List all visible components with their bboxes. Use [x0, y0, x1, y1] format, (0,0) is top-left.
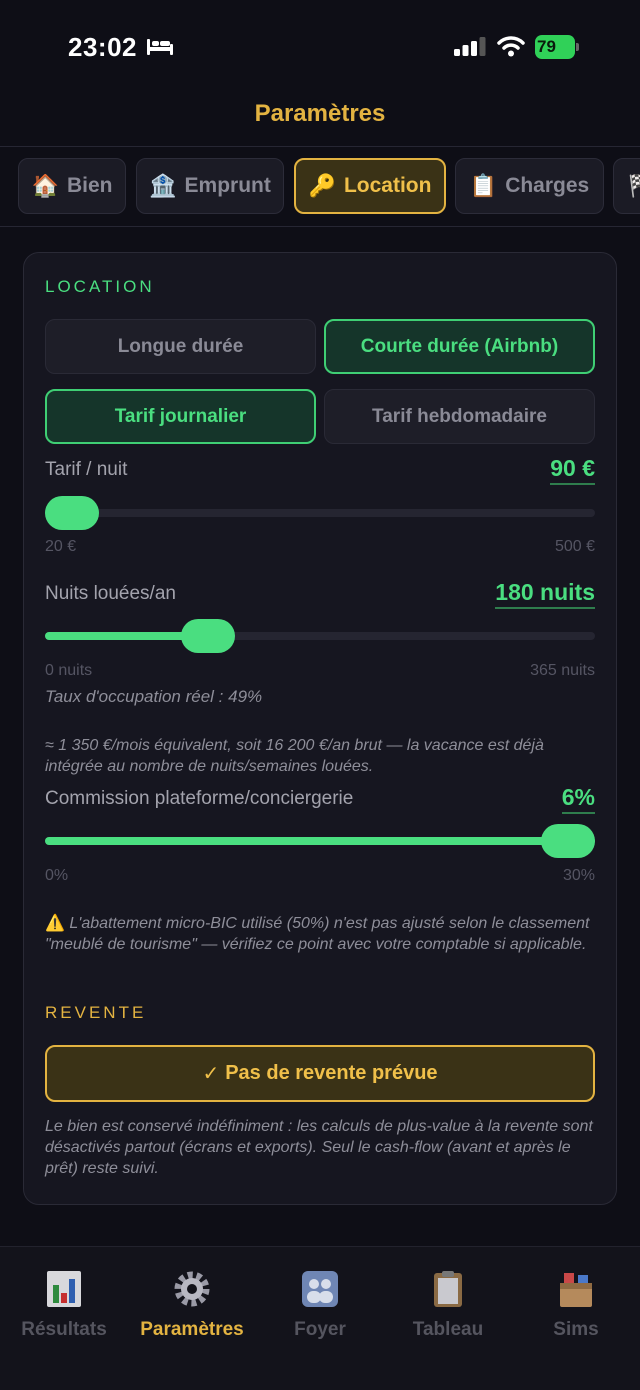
slider-max-label: 365 nuits	[530, 662, 595, 679]
slider-min-label: 0 nuits	[45, 662, 93, 679]
boxes-icon	[560, 1273, 592, 1307]
nav-label: Paramètres	[140, 1319, 244, 1340]
weekly-rate-option[interactable]: Tarif hebdomadaire	[324, 389, 595, 444]
location-section-title: LOCATION	[45, 277, 155, 296]
bank-icon: 🏦	[149, 173, 177, 198]
occupancy-note: Taux d'occupation réel : 49%	[45, 687, 263, 706]
micro-bic-warning: ⚠️ L'abattement micro-BIC utilisé (50%) …	[45, 913, 599, 955]
slider-thumb[interactable]	[181, 619, 235, 653]
no-resale-label: Pas de revente prévue	[225, 1062, 438, 1084]
equivalent-note: ≈ 1 350 €/mois équivalent, soit 16 200 €…	[45, 737, 544, 775]
tab-charges[interactable]: 📋 Charges	[455, 158, 604, 214]
bottom-navigation: Résultats Paramètres Foyer Tableau Sims	[0, 1246, 640, 1390]
tab-label: Charges	[505, 174, 590, 197]
resale-note: Le bien est conservé indéfiniment : les …	[45, 1118, 593, 1177]
nav-label: Foyer	[294, 1319, 346, 1340]
battery-level: 79	[537, 37, 556, 56]
slider-thumb[interactable]	[45, 496, 99, 530]
clipboard-icon: 📋	[469, 173, 498, 198]
long-duration-option[interactable]: Longue durée	[45, 319, 316, 374]
key-icon: 🔑	[308, 173, 336, 198]
nav-tableau[interactable]: Tableau	[384, 1269, 512, 1341]
tab-bien[interactable]: 🏠 Bien	[18, 158, 126, 214]
bed-icon	[147, 39, 173, 55]
bar-chart-icon	[47, 1271, 81, 1307]
nights-slider[interactable]	[45, 619, 595, 653]
nights-label: Nuits louées/an	[45, 583, 176, 604]
header-divider	[0, 146, 640, 147]
tab-emprunt[interactable]: 🏦 Emprunt	[136, 158, 284, 214]
clipboard-icon	[434, 1271, 462, 1307]
short-duration-option[interactable]: Courte durée (Airbnb)	[324, 319, 595, 374]
nights-value[interactable]: 180 nuits	[495, 579, 595, 609]
tab-label: Bien	[66, 174, 113, 197]
signal-icon	[454, 37, 486, 56]
wifi-icon	[497, 36, 525, 57]
location-settings-card: LOCATION Longue durée Courte durée (Airb…	[23, 252, 617, 1205]
page-title: Paramètres	[254, 100, 386, 127]
check-icon: ✓	[202, 1063, 220, 1085]
commission-value[interactable]: 6%	[561, 784, 595, 814]
slider-min-label: 0%	[45, 867, 69, 884]
gear-icon	[174, 1271, 210, 1307]
daily-rate-option[interactable]: Tarif journalier	[45, 389, 316, 444]
no-resale-button[interactable]: ✓ Pas de revente prévue	[45, 1045, 595, 1102]
tabs-divider	[0, 226, 640, 227]
revente-section-title: REVENTE	[45, 1003, 147, 1022]
warning-text: L'abattement micro-BIC utilisé (50%) n'e…	[45, 915, 590, 953]
tab-next[interactable]: 🏁	[613, 158, 640, 214]
tab-label: Emprunt	[184, 174, 271, 197]
warning-icon: ⚠️	[45, 915, 65, 932]
settings-tab-bar: 🏠 Bien 🏦 Emprunt 🔑 Location 📋 Charges 🏁	[0, 158, 640, 214]
slider-max-label: 500 €	[554, 538, 595, 555]
commission-label: Commission plateforme/conciergerie	[45, 788, 354, 809]
nav-sims[interactable]: Sims	[512, 1269, 640, 1341]
tab-label: Location	[343, 174, 432, 197]
flag-icon: 🏁	[628, 173, 640, 199]
commission-slider[interactable]	[45, 824, 595, 858]
nightly-rate-label: Tarif / nuit	[45, 459, 128, 480]
nav-resultats[interactable]: Résultats	[0, 1269, 128, 1341]
battery-indicator: 79	[535, 35, 579, 59]
nightly-rate-value[interactable]: 90 €	[550, 455, 595, 485]
nightly-rate-slider[interactable]	[45, 496, 595, 530]
nav-parametres[interactable]: Paramètres	[128, 1269, 256, 1341]
slider-min-label: 20 €	[45, 538, 77, 555]
status-bar: 23:02 79	[0, 0, 640, 94]
nav-label: Tableau	[412, 1319, 484, 1340]
people-icon	[302, 1271, 338, 1307]
nav-label: Sims	[553, 1319, 599, 1340]
house-icon: 🏠	[31, 173, 59, 198]
nav-foyer[interactable]: Foyer	[256, 1269, 384, 1341]
nav-label: Résultats	[21, 1319, 107, 1340]
slider-max-label: 30%	[562, 867, 595, 884]
slider-thumb[interactable]	[541, 824, 595, 858]
tab-location[interactable]: 🔑 Location	[294, 158, 446, 214]
slider-fill	[45, 837, 595, 845]
status-time: 23:02	[68, 32, 137, 62]
